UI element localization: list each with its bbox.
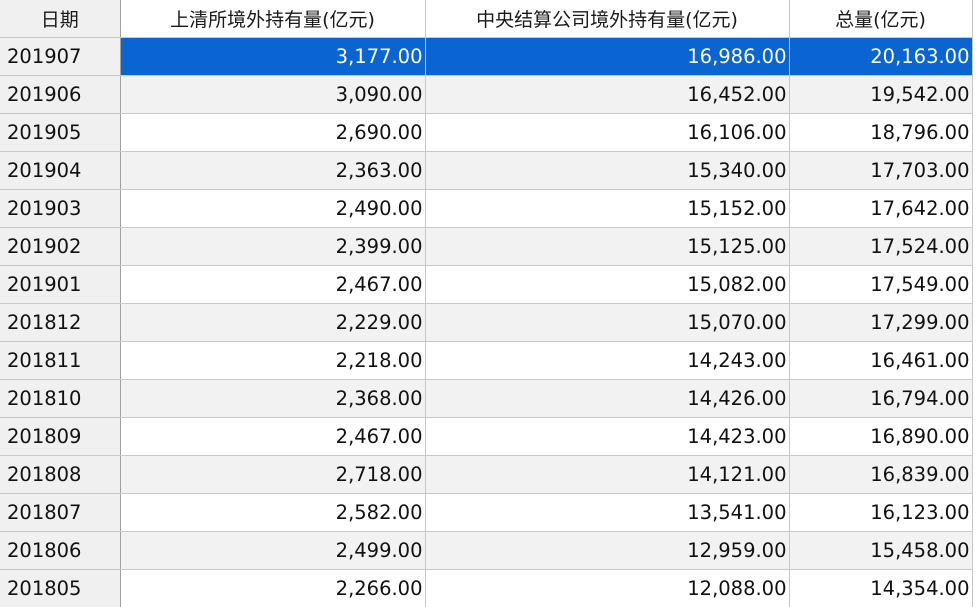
column-header-ccdc[interactable]: 中央结算公司境外持有量(亿元) <box>425 0 790 38</box>
column-header-shclearing[interactable]: 上清所境外持有量(亿元) <box>120 0 426 38</box>
row-shclearing-cell[interactable]: 2,690.00 <box>120 113 426 152</box>
row-date-cell[interactable]: 201811 <box>0 341 121 380</box>
row-total-cell[interactable]: 17,549.00 <box>789 265 973 304</box>
row-date-cell[interactable]: 201901 <box>0 265 121 304</box>
row-shclearing-cell[interactable]: 2,218.00 <box>120 341 426 380</box>
row-date-cell[interactable]: 201906 <box>0 75 121 114</box>
row-total-cell[interactable]: 19,542.00 <box>789 75 973 114</box>
table-row[interactable]: 201810 2,368.00 14,426.00 16,794.00 <box>0 379 973 418</box>
row-shclearing-cell[interactable]: 2,718.00 <box>120 455 426 494</box>
row-shclearing-cell[interactable]: 2,582.00 <box>120 493 426 532</box>
row-total-cell[interactable]: 17,524.00 <box>789 227 973 266</box>
table-row[interactable]: 201901 2,467.00 15,082.00 17,549.00 <box>0 265 973 304</box>
table-row[interactable]: 201902 2,399.00 15,125.00 17,524.00 <box>0 227 973 266</box>
row-date-cell[interactable]: 201902 <box>0 227 121 266</box>
row-ccdc-cell[interactable]: 12,959.00 <box>425 531 790 570</box>
row-ccdc-cell[interactable]: 12,088.00 <box>425 569 790 607</box>
table-row[interactable]: 201812 2,229.00 15,070.00 17,299.00 <box>0 303 973 342</box>
row-total-cell[interactable]: 20,163.00 <box>789 37 973 76</box>
row-total-cell[interactable]: 15,458.00 <box>789 531 973 570</box>
header-row: 日期 上清所境外持有量(亿元) 中央结算公司境外持有量(亿元) 总量(亿元) <box>0 0 973 38</box>
row-date-cell[interactable]: 201907 <box>0 37 121 76</box>
row-total-cell[interactable]: 16,794.00 <box>789 379 973 418</box>
row-total-cell[interactable]: 14,354.00 <box>789 569 973 607</box>
row-date-cell[interactable]: 201806 <box>0 531 121 570</box>
row-ccdc-cell[interactable]: 14,423.00 <box>425 417 790 456</box>
row-date-cell[interactable]: 201905 <box>0 113 121 152</box>
row-ccdc-cell[interactable]: 14,426.00 <box>425 379 790 418</box>
data-grid[interactable]: 日期 上清所境外持有量(亿元) 中央结算公司境外持有量(亿元) 总量(亿元) 2… <box>0 0 978 607</box>
row-ccdc-cell[interactable]: 14,243.00 <box>425 341 790 380</box>
holdings-table: 日期 上清所境外持有量(亿元) 中央结算公司境外持有量(亿元) 总量(亿元) 2… <box>0 0 973 607</box>
table-row[interactable]: 201805 2,266.00 12,088.00 14,354.00 <box>0 569 973 607</box>
row-ccdc-cell[interactable]: 15,070.00 <box>425 303 790 342</box>
table-row[interactable]: 201808 2,718.00 14,121.00 16,839.00 <box>0 455 973 494</box>
row-date-cell[interactable]: 201805 <box>0 569 121 607</box>
row-date-cell[interactable]: 201808 <box>0 455 121 494</box>
row-ccdc-cell[interactable]: 16,106.00 <box>425 113 790 152</box>
row-shclearing-cell[interactable]: 2,499.00 <box>120 531 426 570</box>
table-row[interactable]: 201809 2,467.00 14,423.00 16,890.00 <box>0 417 973 456</box>
row-date-cell[interactable]: 201809 <box>0 417 121 456</box>
row-shclearing-cell[interactable]: 2,363.00 <box>120 151 426 190</box>
row-total-cell[interactable]: 17,299.00 <box>789 303 973 342</box>
column-header-total[interactable]: 总量(亿元) <box>789 0 973 38</box>
row-total-cell[interactable]: 17,642.00 <box>789 189 973 228</box>
row-total-cell[interactable]: 16,461.00 <box>789 341 973 380</box>
row-total-cell[interactable]: 16,839.00 <box>789 455 973 494</box>
row-shclearing-cell[interactable]: 2,399.00 <box>120 227 426 266</box>
row-shclearing-cell[interactable]: 3,177.00 <box>120 37 426 76</box>
row-ccdc-cell[interactable]: 16,452.00 <box>425 75 790 114</box>
row-ccdc-cell[interactable]: 13,541.00 <box>425 493 790 532</box>
row-date-cell[interactable]: 201903 <box>0 189 121 228</box>
row-shclearing-cell[interactable]: 2,490.00 <box>120 189 426 228</box>
table-row[interactable]: 201906 3,090.00 16,452.00 19,542.00 <box>0 75 973 114</box>
row-shclearing-cell[interactable]: 2,467.00 <box>120 265 426 304</box>
row-total-cell[interactable]: 16,890.00 <box>789 417 973 456</box>
row-ccdc-cell[interactable]: 15,082.00 <box>425 265 790 304</box>
row-date-cell[interactable]: 201807 <box>0 493 121 532</box>
row-ccdc-cell[interactable]: 14,121.00 <box>425 455 790 494</box>
row-ccdc-cell[interactable]: 15,125.00 <box>425 227 790 266</box>
row-shclearing-cell[interactable]: 2,266.00 <box>120 569 426 607</box>
row-date-cell[interactable]: 201812 <box>0 303 121 342</box>
table-row[interactable]: 201903 2,490.00 15,152.00 17,642.00 <box>0 189 973 228</box>
row-total-cell[interactable]: 16,123.00 <box>789 493 973 532</box>
column-header-date[interactable]: 日期 <box>0 0 121 38</box>
row-date-cell[interactable]: 201904 <box>0 151 121 190</box>
table-row[interactable]: 201904 2,363.00 15,340.00 17,703.00 <box>0 151 973 190</box>
row-shclearing-cell[interactable]: 2,467.00 <box>120 417 426 456</box>
row-ccdc-cell[interactable]: 15,340.00 <box>425 151 790 190</box>
row-ccdc-cell[interactable]: 16,986.00 <box>425 37 790 76</box>
table-row[interactable]: 201807 2,582.00 13,541.00 16,123.00 <box>0 493 973 532</box>
row-ccdc-cell[interactable]: 15,152.00 <box>425 189 790 228</box>
table-row[interactable]: 201905 2,690.00 16,106.00 18,796.00 <box>0 113 973 152</box>
row-total-cell[interactable]: 18,796.00 <box>789 113 973 152</box>
row-shclearing-cell[interactable]: 3,090.00 <box>120 75 426 114</box>
table-row[interactable]: 201811 2,218.00 14,243.00 16,461.00 <box>0 341 973 380</box>
row-date-cell[interactable]: 201810 <box>0 379 121 418</box>
row-total-cell[interactable]: 17,703.00 <box>789 151 973 190</box>
row-shclearing-cell[interactable]: 2,368.00 <box>120 379 426 418</box>
table-row[interactable]: 201907 3,177.00 16,986.00 20,163.00 <box>0 37 973 76</box>
table-row[interactable]: 201806 2,499.00 12,959.00 15,458.00 <box>0 531 973 570</box>
table-body: 201907 3,177.00 16,986.00 20,163.00 201906 3,… <box>0 37 973 607</box>
row-shclearing-cell[interactable]: 2,229.00 <box>120 303 426 342</box>
